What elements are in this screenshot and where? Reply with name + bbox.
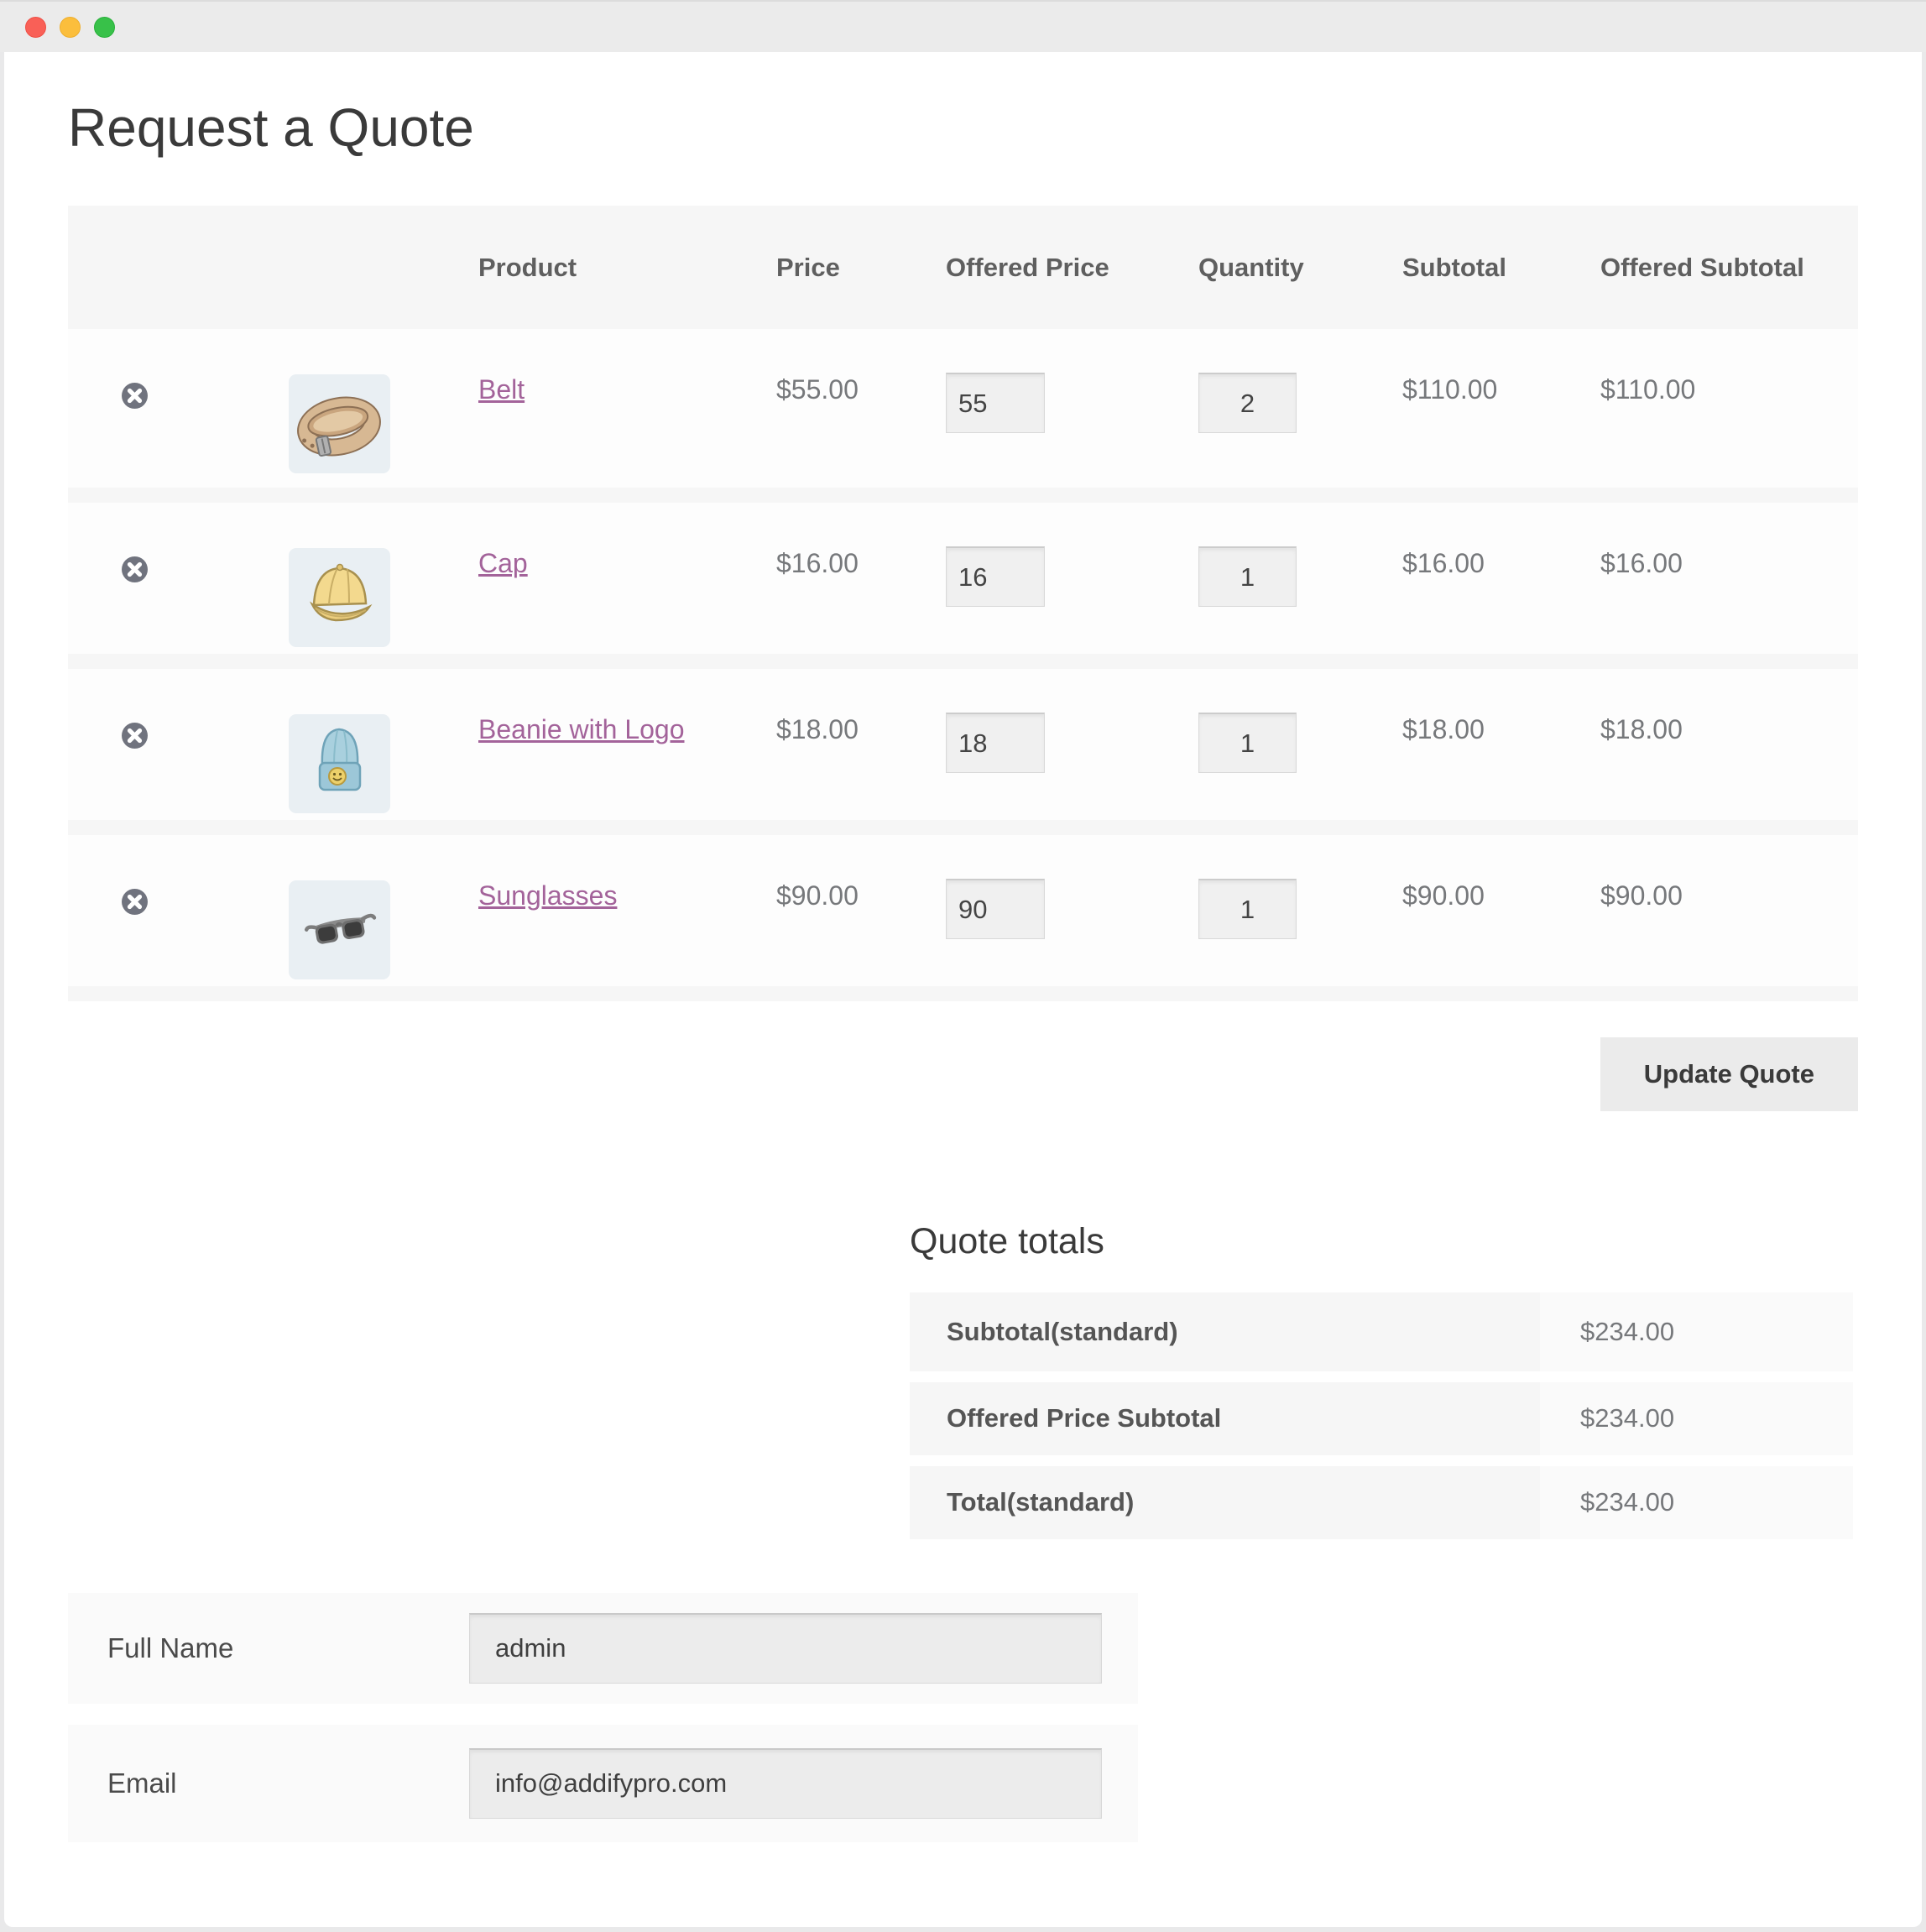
cap-product-image[interactable]: [289, 548, 390, 647]
totals-value: $234.00: [1540, 1460, 1853, 1544]
page-title: Request a Quote: [68, 96, 1858, 160]
offered-price-input[interactable]: [946, 713, 1045, 773]
remove-item-button[interactable]: [122, 556, 148, 582]
totals-row: Subtotal(standard) $234.00: [910, 1292, 1853, 1376]
price-text: $18.00: [776, 713, 859, 745]
subtotal-text: $110.00: [1402, 373, 1497, 405]
totals-row: Total(standard) $234.00: [910, 1460, 1853, 1544]
price-text: $90.00: [776, 880, 859, 911]
offered-subtotal-text: $110.00: [1600, 373, 1695, 405]
circle-x-icon: [122, 905, 148, 917]
full-name-field-row: Full Name: [68, 1593, 1138, 1704]
offered-subtotal-text: $16.00: [1600, 547, 1683, 579]
quantity-input[interactable]: [1198, 879, 1297, 939]
header-remove: [68, 206, 289, 329]
offered-price-input[interactable]: [946, 373, 1045, 433]
subtotal-text: $18.00: [1402, 713, 1485, 745]
email-input[interactable]: [469, 1748, 1102, 1819]
belt-product-image[interactable]: [289, 374, 390, 473]
offered-subtotal-text: $90.00: [1600, 880, 1683, 911]
quantity-input[interactable]: [1198, 713, 1297, 773]
quantity-input[interactable]: [1198, 373, 1297, 433]
full-name-input[interactable]: [469, 1613, 1102, 1684]
product-link[interactable]: Belt: [478, 373, 525, 405]
table-header-row: Product Price Offered Price Quantity Sub…: [68, 206, 1858, 329]
quantity-input[interactable]: [1198, 546, 1297, 607]
quote-items-table: Product Price Offered Price Quantity Sub…: [68, 206, 1858, 1001]
header-thumbnail: [289, 206, 478, 329]
table-row: Sunglasses $90.00 $90.00 $90.00: [68, 828, 1858, 994]
totals-value: $234.00: [1540, 1376, 1853, 1460]
product-link[interactable]: Cap: [478, 547, 528, 579]
totals-label: Subtotal(standard): [910, 1292, 1540, 1376]
header-product: Product: [478, 206, 776, 329]
totals-label: Offered Price Subtotal: [910, 1376, 1540, 1460]
offered-price-input[interactable]: [946, 546, 1045, 607]
quote-totals-section: Quote totals Subtotal(standard) $234.00 …: [910, 1219, 1853, 1550]
email-field-row: Email: [68, 1725, 1138, 1842]
header-offered-subtotal: Offered Subtotal: [1600, 206, 1858, 329]
remove-item-button[interactable]: [122, 889, 148, 915]
remove-item-button[interactable]: [122, 383, 148, 409]
table-actions: Update Quote: [68, 1037, 1858, 1111]
circle-x-icon: [122, 572, 148, 585]
subtotal-text: $16.00: [1402, 547, 1485, 579]
product-link[interactable]: Beanie with Logo: [478, 713, 685, 745]
close-window-button[interactable]: [25, 17, 46, 38]
circle-x-icon: [122, 399, 148, 411]
totals-label: Total(standard): [910, 1460, 1540, 1544]
table-row: Beanie with Logo $18.00 $18.00 $18.00: [68, 661, 1858, 828]
window-controls: [25, 17, 115, 38]
minimize-window-button[interactable]: [60, 17, 81, 38]
totals-row: Offered Price Subtotal $234.00: [910, 1376, 1853, 1460]
table-row: Belt $55.00 $110.00 $110.00: [68, 329, 1858, 495]
price-text: $16.00: [776, 547, 859, 579]
zoom-window-button[interactable]: [94, 17, 115, 38]
header-price: Price: [776, 206, 946, 329]
update-quote-button[interactable]: Update Quote: [1600, 1037, 1858, 1111]
quote-totals-title: Quote totals: [910, 1219, 1853, 1265]
price-text: $55.00: [776, 373, 859, 405]
quote-totals-table: Subtotal(standard) $234.00 Offered Price…: [910, 1292, 1853, 1550]
header-quantity: Quantity: [1198, 206, 1402, 329]
circle-x-icon: [122, 739, 148, 751]
totals-value: $234.00: [1540, 1292, 1853, 1376]
offered-subtotal-text: $18.00: [1600, 713, 1683, 745]
page-content: Request a Quote Product Price Offered Pr…: [4, 52, 1922, 1927]
product-link[interactable]: Sunglasses: [478, 880, 617, 911]
sunglasses-product-image[interactable]: [289, 880, 390, 979]
email-label: Email: [68, 1768, 469, 1799]
remove-item-button[interactable]: [122, 723, 148, 749]
beanie-product-image[interactable]: [289, 714, 390, 813]
offered-price-input[interactable]: [946, 879, 1045, 939]
subtotal-text: $90.00: [1402, 880, 1485, 911]
table-row: Cap $16.00 $16.00 $16.00: [68, 495, 1858, 661]
window-titlebar: [0, 0, 1926, 52]
header-subtotal: Subtotal: [1402, 206, 1600, 329]
full-name-label: Full Name: [68, 1632, 469, 1664]
header-offered-price: Offered Price: [946, 206, 1198, 329]
